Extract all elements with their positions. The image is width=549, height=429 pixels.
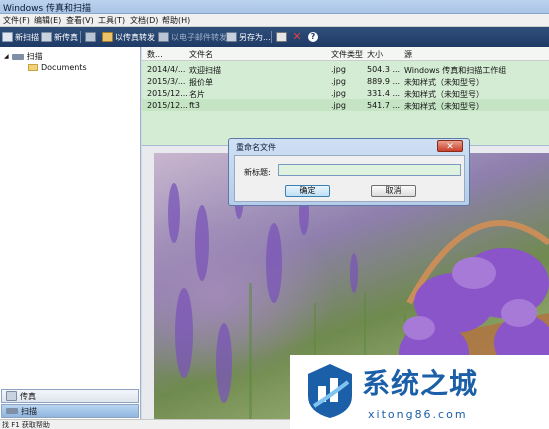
- print-button[interactable]: [276, 30, 287, 44]
- new-title-label: 新标题:: [244, 168, 271, 177]
- table-row[interactable]: 2014/4/... 欢迎扫描 .jpg 504.3 ... Windows 传…: [142, 63, 549, 75]
- forward-email-label: 以电子邮件转发: [171, 32, 227, 42]
- save-as-button[interactable]: 另存为...: [226, 30, 271, 44]
- cell-size: 331.4 ...: [367, 89, 401, 98]
- menu-help[interactable]: 帮助(H): [162, 15, 190, 26]
- help-icon: ?: [308, 32, 318, 42]
- menu-edit[interactable]: 编辑(E): [34, 15, 61, 26]
- dialog-title: 重命名文件: [236, 143, 276, 152]
- rename-dialog: 重命名文件 ✕ 新标题: 确定 取消: [228, 138, 470, 206]
- new-scan-label: 新扫描: [15, 32, 39, 42]
- watermark: 系统之城 xitong86.com: [290, 355, 549, 429]
- fax-icon: [6, 391, 17, 401]
- cell-filename: ft3: [189, 101, 200, 110]
- document-icon: [85, 32, 96, 42]
- cell-date: 2015/12...: [147, 101, 187, 110]
- table-row-selected[interactable]: 2015/12... ft3 .jpg 541.7 ... 未知样式（未知型号）: [142, 99, 549, 111]
- cell-size: 889.9 ...: [367, 77, 401, 86]
- column-date[interactable]: 数...: [147, 49, 187, 60]
- tree-root-label: 扫描: [26, 52, 43, 61]
- cell-size: 504.3 ...: [367, 65, 401, 74]
- column-filename[interactable]: 文件名: [189, 49, 329, 60]
- cancel-button[interactable]: 取消: [371, 185, 416, 197]
- menu-file[interactable]: 文件(F): [3, 15, 30, 26]
- toolbar-separator: [271, 31, 272, 43]
- cell-source: 未知样式（未知型号）: [404, 102, 484, 111]
- new-title-input[interactable]: [278, 164, 461, 176]
- save-as-label: 另存为...: [239, 32, 271, 42]
- forward-fax-label: 以传真转发: [115, 32, 155, 42]
- new-fax-button[interactable]: 新传真: [41, 30, 78, 44]
- brand-name: 系统之城: [362, 367, 479, 400]
- cell-filetype: .jpg: [331, 89, 346, 98]
- forward-fax-button[interactable]: 以传真转发: [102, 30, 155, 44]
- scanner-icon: [6, 408, 18, 414]
- cell-date: 2015/12...: [147, 89, 187, 98]
- status-text: 找 F1 获取帮助: [2, 421, 50, 429]
- forward-email-button[interactable]: 以电子邮件转发: [158, 30, 227, 44]
- cell-filetype: .jpg: [331, 65, 346, 74]
- cell-size: 541.7 ...: [367, 101, 401, 110]
- save-icon: [226, 32, 237, 42]
- tree-item-documents[interactable]: Documents: [28, 63, 87, 72]
- folder-icon: [28, 64, 38, 71]
- dialog-body: 新标题: 确定 取消: [234, 155, 465, 202]
- file-list-header: 数... 文件名 文件类型 大小 源: [142, 47, 549, 61]
- delete-icon: ✕: [292, 30, 302, 43]
- fax-icon: [41, 32, 52, 42]
- brand-logo-icon: [308, 364, 352, 418]
- new-fax-label: 新传真: [54, 32, 78, 42]
- menu-document[interactable]: 文档(D): [130, 15, 158, 26]
- toolbar: 新扫描 新传真 以传真转发 以电子邮件转发 另存为... ✕ ?: [0, 27, 549, 47]
- menu-view[interactable]: 查看(V): [66, 15, 94, 26]
- file-list: 数... 文件名 文件类型 大小 源 2014/4/... 欢迎扫描 .jpg …: [142, 47, 549, 145]
- brand-url: xitong86.com: [368, 408, 468, 421]
- forward-icon: [102, 32, 113, 42]
- scanner-icon: [11, 53, 24, 60]
- window-title: Windows 传真和扫描: [3, 4, 92, 14]
- table-row[interactable]: 2015/12... 名片 .jpg 331.4 ... 未知样式（未知型号）: [142, 87, 549, 99]
- tree-child-label: Documents: [41, 63, 87, 72]
- view-icon-button[interactable]: [85, 30, 96, 44]
- delete-button[interactable]: ✕: [292, 30, 302, 44]
- column-source[interactable]: 源: [404, 49, 549, 60]
- close-icon: ✕: [446, 142, 454, 152]
- help-button[interactable]: ?: [308, 30, 318, 44]
- column-filetype[interactable]: 文件类型: [331, 49, 365, 60]
- cell-date: 2014/4/...: [147, 65, 186, 74]
- ok-button[interactable]: 确定: [285, 185, 330, 197]
- printer-icon: [276, 32, 287, 42]
- nav-scan-button[interactable]: 扫描: [1, 404, 139, 418]
- email-icon: [158, 32, 169, 42]
- new-scan-button[interactable]: 新扫描: [2, 30, 39, 44]
- title-bar: Windows 传真和扫描: [0, 0, 549, 14]
- dialog-close-button[interactable]: ✕: [437, 140, 463, 152]
- cell-filetype: .jpg: [331, 101, 346, 110]
- expand-icon[interactable]: ◢: [4, 53, 9, 60]
- toolbar-separator: [80, 31, 81, 43]
- folder-pane: ◢ 扫描 Documents: [0, 47, 141, 419]
- tree-item-scan[interactable]: ◢ 扫描: [4, 51, 43, 62]
- menu-bar: 文件(F) 编辑(E) 查看(V) 工具(T) 文档(D) 帮助(H): [0, 14, 549, 27]
- menu-tools[interactable]: 工具(T): [98, 15, 125, 26]
- column-size[interactable]: 大小: [367, 49, 401, 60]
- nav-scan-label: 扫描: [21, 406, 37, 416]
- table-row[interactable]: 2015/3/... 报价单 .jpg 889.9 ... 未知样式（未知型号）: [142, 75, 549, 87]
- nav-fax-button[interactable]: 传真: [1, 389, 139, 403]
- cell-filetype: .jpg: [331, 77, 346, 86]
- scanner-icon: [2, 32, 13, 42]
- nav-fax-label: 传真: [20, 391, 36, 401]
- cell-date: 2015/3/...: [147, 77, 186, 86]
